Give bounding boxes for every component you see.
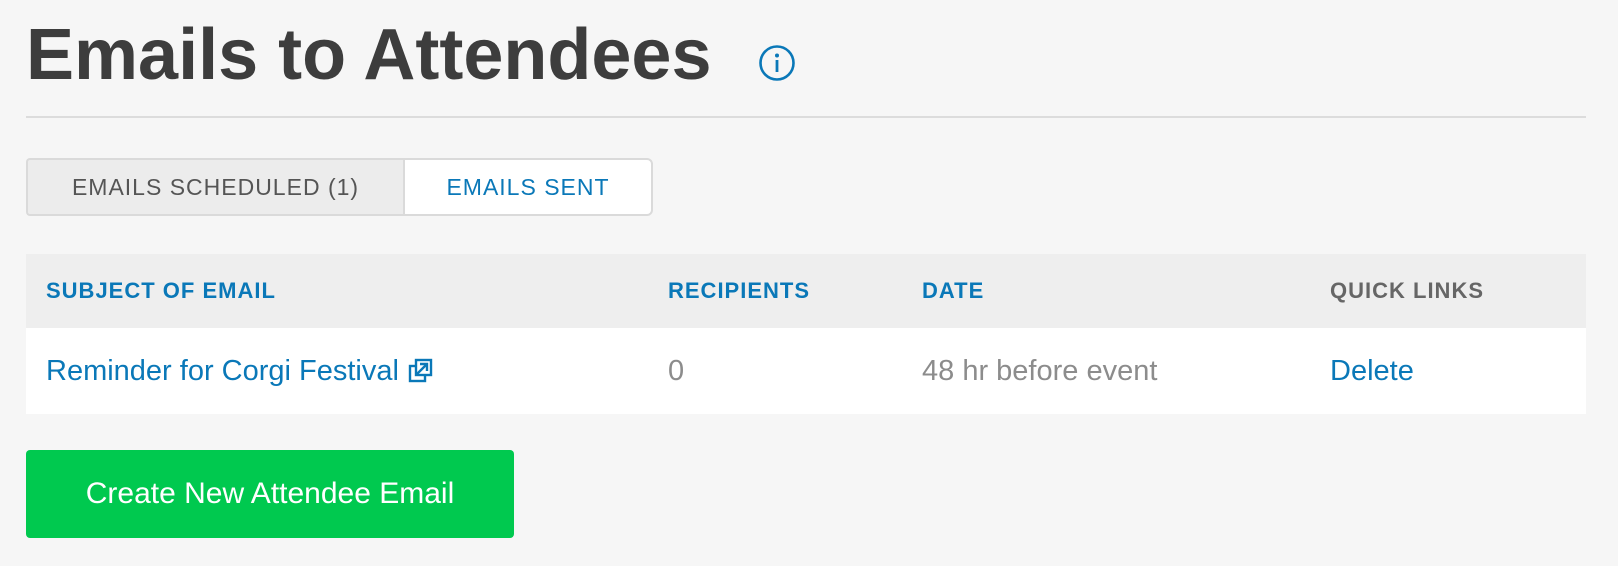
column-header-date[interactable]: DATE (922, 254, 984, 328)
delete-link[interactable]: Delete (1330, 328, 1414, 414)
emails-table: SUBJECT OF EMAIL RECIPIENTS DATE QUICK L… (26, 254, 1586, 414)
page-title: Emails to Attendees (26, 15, 712, 95)
emails-to-attendees-page: Emails to Attendees EMAILS SCHEDULED (1)… (0, 0, 1618, 566)
create-new-attendee-email-button[interactable]: Create New Attendee Email (26, 450, 514, 538)
email-tabs: EMAILS SCHEDULED (1) EMAILS SENT (26, 158, 653, 216)
tab-emails-scheduled[interactable]: EMAILS SCHEDULED (1) (26, 158, 403, 216)
column-header-subject[interactable]: SUBJECT OF EMAIL (46, 254, 276, 328)
page-header: Emails to Attendees (26, 0, 1586, 118)
subject-link[interactable]: Reminder for Corgi Festival (46, 328, 399, 414)
subject-cell: Reminder for Corgi Festival (46, 328, 435, 414)
tab-emails-sent[interactable]: EMAILS SENT (403, 158, 653, 216)
table-header-row: SUBJECT OF EMAIL RECIPIENTS DATE QUICK L… (26, 254, 1586, 328)
external-link-icon[interactable] (407, 357, 435, 385)
table-row: Reminder for Corgi Festival 0 48 hr befo… (26, 328, 1586, 414)
column-header-recipients[interactable]: RECIPIENTS (668, 254, 810, 328)
info-icon[interactable] (758, 44, 796, 82)
date-cell: 48 hr before event (922, 355, 1158, 387)
recipients-cell: 0 (668, 355, 685, 387)
column-header-quick-links: QUICK LINKS (1330, 278, 1484, 303)
